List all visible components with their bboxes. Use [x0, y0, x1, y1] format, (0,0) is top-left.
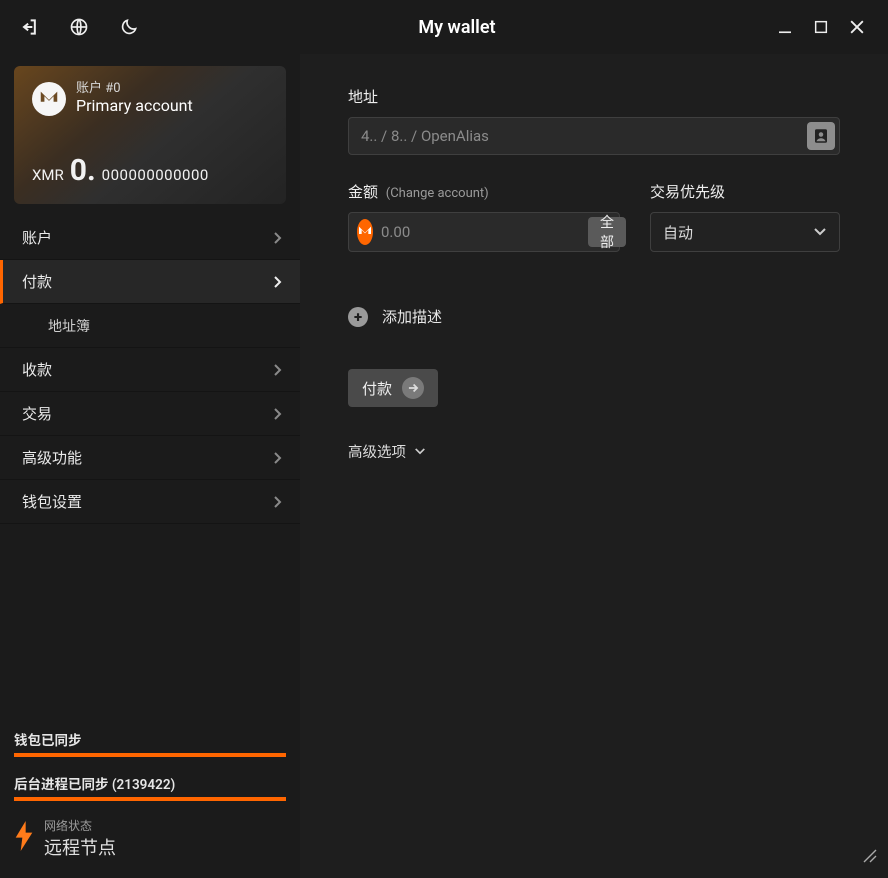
logout-icon[interactable]	[18, 16, 40, 38]
change-account-link[interactable]: (Change account)	[386, 186, 489, 201]
monero-chip-icon	[357, 219, 373, 245]
minimize-icon[interactable]	[774, 16, 796, 38]
advanced-options-label: 高级选项	[348, 441, 406, 462]
maximize-icon[interactable]	[810, 16, 832, 38]
sidebar-item-label: 交易	[22, 403, 52, 424]
wallet-sync-progress	[14, 753, 286, 757]
sidebar-nav: 账户 付款 地址簿 收款 交易 高级功能 钱包	[0, 216, 300, 524]
address-book-button[interactable]	[807, 122, 835, 150]
sync-status: 钱包已同步 后台进程已同步 (2139422) 网络状态 远程节点	[0, 729, 300, 878]
chevron-right-icon	[272, 451, 282, 465]
bolt-icon	[14, 821, 34, 856]
arrow-right-icon	[402, 377, 424, 399]
address-input[interactable]	[348, 117, 840, 155]
sidebar-item-label: 钱包设置	[22, 491, 82, 512]
chevron-right-icon	[272, 231, 282, 245]
add-description-label: 添加描述	[382, 306, 442, 327]
sidebar-item-receive[interactable]: 收款	[0, 348, 300, 392]
send-panel: 地址 金额 (Change account)	[300, 54, 888, 878]
network-status-label: 网络状态	[44, 817, 116, 834]
account-number: 账户 #0	[76, 82, 193, 97]
close-icon[interactable]	[846, 16, 868, 38]
amount-input[interactable]	[373, 223, 588, 241]
sidebar-item-accounts[interactable]: 账户	[0, 216, 300, 260]
priority-value: 自动	[663, 222, 693, 243]
network-status-value: 远程节点	[44, 838, 116, 859]
priority-select[interactable]: 自动	[650, 212, 840, 252]
sidebar-item-send[interactable]: 付款	[0, 260, 300, 304]
add-description-button[interactable]: + 添加描述	[348, 306, 840, 327]
pay-button-label: 付款	[362, 378, 392, 399]
sidebar-item-transactions[interactable]: 交易	[0, 392, 300, 436]
sidebar-item-advanced[interactable]: 高级功能	[0, 436, 300, 480]
chevron-right-icon	[272, 363, 282, 377]
contact-icon	[812, 127, 830, 145]
monero-logo-icon	[32, 82, 66, 116]
daemon-sync-label: 后台进程已同步 (2139422)	[14, 773, 286, 793]
window-title: My wallet	[140, 17, 774, 38]
sidebar-item-label: 高级功能	[22, 447, 82, 468]
amount-all-button[interactable]: 全部	[588, 217, 626, 247]
sidebar-item-label: 地址簿	[48, 316, 90, 336]
network-status[interactable]: 网络状态 远程节点	[14, 817, 286, 860]
chevron-down-icon	[813, 223, 827, 241]
amount-input-box: 全部	[348, 212, 620, 252]
resize-grip-icon[interactable]	[862, 848, 878, 868]
sidebar-item-label: 付款	[22, 271, 52, 292]
account-name: Primary account	[76, 97, 193, 115]
plus-icon: +	[348, 307, 368, 327]
chevron-right-icon	[272, 275, 282, 289]
sidebar-item-label: 账户	[22, 227, 52, 248]
sidebar-item-address-book[interactable]: 地址簿	[0, 304, 300, 348]
sidebar-item-settings[interactable]: 钱包设置	[0, 480, 300, 524]
priority-label: 交易优先级	[650, 181, 840, 202]
address-label: 地址	[348, 86, 840, 107]
sidebar-item-label: 收款	[22, 359, 52, 380]
account-card[interactable]: 账户 #0 Primary account XMR 0. 00000000000…	[14, 66, 286, 204]
chevron-right-icon	[272, 495, 282, 509]
wallet-sync-label: 钱包已同步	[14, 729, 286, 749]
pay-button[interactable]: 付款	[348, 369, 438, 407]
amount-label: 金额	[348, 183, 378, 201]
daemon-sync-progress	[14, 797, 286, 801]
chevron-down-icon	[414, 443, 426, 460]
titlebar: My wallet	[0, 0, 888, 54]
advanced-options-toggle[interactable]: 高级选项	[348, 441, 840, 462]
chevron-right-icon	[272, 407, 282, 421]
dark-mode-icon[interactable]	[118, 16, 140, 38]
account-balance: XMR 0. 000000000000	[32, 153, 209, 188]
sidebar: 账户 #0 Primary account XMR 0. 00000000000…	[0, 54, 300, 878]
globe-icon[interactable]	[68, 16, 90, 38]
